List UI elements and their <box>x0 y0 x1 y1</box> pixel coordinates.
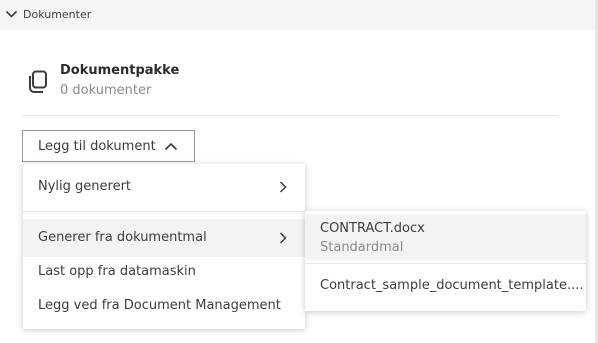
menu-divider <box>23 211 305 212</box>
section-title: Dokumenter <box>23 8 92 21</box>
menu-item-label: Last opp fra datamaskin <box>38 264 196 279</box>
add-document-label: Legg til dokument <box>38 139 156 154</box>
template-item-contract[interactable]: CONTRACT.docx Standardmal <box>305 214 586 260</box>
chevron-up-icon <box>164 142 178 151</box>
menu-item-recently-generated[interactable]: Nylig generert <box>23 168 305 206</box>
package-count: 0 dokumenter <box>60 83 152 98</box>
template-title: Contract_sample_document_template.... <box>320 278 584 293</box>
menu-item-label: Nylig generert <box>38 179 132 194</box>
chevron-down-icon <box>5 10 18 18</box>
copy-icon <box>29 70 47 93</box>
template-item-contract-sample[interactable]: Contract_sample_document_template.... <box>305 271 586 303</box>
add-document-button[interactable]: Legg til dokument <box>22 130 195 162</box>
menu-item-upload-from-computer[interactable]: Last opp fra datamaskin <box>23 253 305 291</box>
package-title: Dokumentpakke <box>60 63 180 78</box>
divider <box>22 115 558 116</box>
section-header[interactable]: Dokumenter <box>0 0 598 30</box>
menu-item-label: Legg ved fra Document Management <box>38 298 281 313</box>
menu-item-attach-from-document-management[interactable]: Legg ved fra Document Management <box>23 287 305 325</box>
add-document-menu: Nylig generert Generer fra dokumentmal L… <box>23 164 305 329</box>
template-description: Standardmal <box>320 240 404 255</box>
template-title: CONTRACT.docx <box>320 221 425 236</box>
chevron-right-icon <box>279 181 287 193</box>
chevron-right-icon <box>279 232 287 244</box>
submenu-divider <box>305 263 586 264</box>
menu-item-generate-from-template[interactable]: Generer fra dokumentmal <box>23 219 305 257</box>
template-submenu: CONTRACT.docx Standardmal Contract_sampl… <box>305 211 586 311</box>
menu-item-label: Generer fra dokumentmal <box>38 230 207 245</box>
